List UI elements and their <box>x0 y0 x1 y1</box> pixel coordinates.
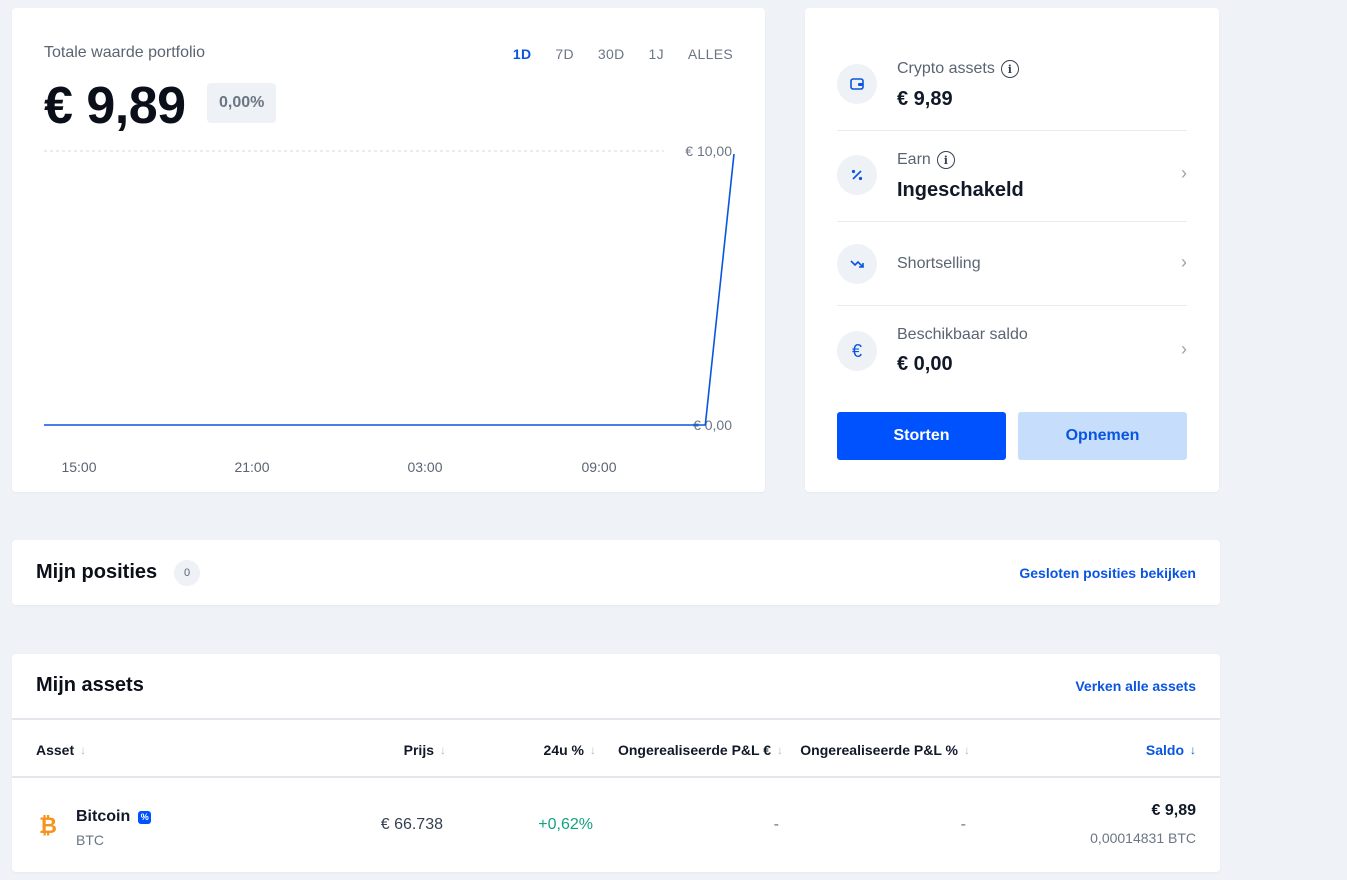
column-header-pnl-pct[interactable]: Ongerealiseerde P&L % ↓ <box>800 742 970 758</box>
withdraw-button[interactable]: Opnemen <box>1018 412 1187 460</box>
svg-text:₿: ₿ <box>39 814 57 837</box>
column-header-label: Saldo <box>1145 742 1184 758</box>
sort-arrow-icon: ↓ <box>80 743 87 757</box>
column-header-label: Asset <box>36 742 75 758</box>
divider <box>837 305 1187 306</box>
shortselling-row[interactable]: Shortselling › <box>837 244 1187 284</box>
x-tick-label: 03:00 <box>407 459 442 475</box>
column-header-label: Prijs <box>403 742 434 758</box>
asset-change-24h: +0,62% <box>538 816 593 833</box>
divider <box>837 221 1187 222</box>
assets-title: Mijn assets <box>36 674 144 696</box>
portfolio-title: Totale waarde portfolio <box>44 44 205 61</box>
assets-card: Mijn assets Verken alle assets Asset ↓ Pr… <box>12 654 1220 872</box>
euro-icon: € <box>837 331 877 371</box>
deposit-button[interactable]: Storten <box>837 412 1006 460</box>
range-tab-1d[interactable]: 1D <box>513 46 532 62</box>
sort-arrow-icon: ↓ <box>777 743 783 757</box>
sort-arrow-icon: ↓ <box>1190 743 1196 757</box>
earn-row[interactable]: Earn i Ingeschakeld › <box>837 151 1187 201</box>
sort-arrow-icon: ↓ <box>590 743 596 757</box>
chevron-right-icon: › <box>1181 163 1187 183</box>
bitcoin-icon: ₿ <box>39 814 57 837</box>
asset-saldo: € 9,89 <box>1151 802 1196 819</box>
crypto-assets-value: € 9,89 <box>897 88 953 110</box>
sort-arrow-icon: ↓ <box>440 743 446 757</box>
crypto-assets-label: Crypto assets <box>897 60 995 77</box>
column-header-asset[interactable]: Asset ↓ <box>36 742 86 758</box>
closed-positions-link[interactable]: Gesloten posities bekijken <box>1019 565 1196 581</box>
wallet-icon <box>837 64 877 104</box>
x-tick-label: 15:00 <box>61 459 96 475</box>
earn-label: Earn <box>897 151 931 168</box>
table-row[interactable]: ₿ Bitcoin % BTC € 66.738 +0,62% - - € 9,… <box>12 778 1220 872</box>
column-header-label: Ongerealiseerde P&L % <box>800 742 958 758</box>
range-tab-7d[interactable]: 7D <box>555 46 574 62</box>
x-tick-label: 09:00 <box>581 459 616 475</box>
asset-saldo-crypto: 0,00014831 BTC <box>1090 830 1196 846</box>
shortselling-label: Shortselling <box>897 255 981 272</box>
earn-status: Ingeschakeld <box>897 179 1024 201</box>
asset-name: Bitcoin <box>76 808 131 825</box>
column-header-pnl-eur[interactable]: Ongerealiseerde P&L € ↓ <box>618 742 783 758</box>
column-header-label: 24u % <box>543 742 584 758</box>
earn-badge-icon: % <box>138 810 152 824</box>
chevron-right-icon: › <box>1181 339 1187 359</box>
x-tick-label: 21:00 <box>234 459 269 475</box>
asset-pnl-eur: - <box>773 816 779 833</box>
x-axis-ticks: 15:00 21:00 03:00 09:00 <box>61 459 616 475</box>
column-header-saldo[interactable]: Saldo ↓ <box>1146 742 1196 758</box>
positions-count-badge: 0 <box>174 560 200 586</box>
asset-symbol: BTC <box>76 832 104 848</box>
info-icon[interactable]: i <box>1000 60 1019 78</box>
series-line <box>44 153 735 426</box>
saldo-label: Beschikbaar saldo <box>897 326 1028 343</box>
y-tick-label-top: € 10,00 <box>685 143 732 159</box>
portfolio-change-badge: 0,00% <box>207 83 277 123</box>
column-header-24h[interactable]: 24u % ↓ <box>544 742 596 758</box>
portfolio-value: € 9,89 <box>44 77 186 135</box>
positions-card: Mijn posities 0 Gesloten posities bekijk… <box>12 540 1220 605</box>
crypto-assets-row: Crypto assets i € 9,89 <box>837 60 1187 110</box>
table-header: Asset ↓ Prijs ↓ 24u % ↓ Ongerealiseerde P&L… <box>12 718 1220 778</box>
saldo-value: € 0,00 <box>897 353 953 375</box>
range-tab-30d[interactable]: 30D <box>598 46 625 62</box>
range-tabs: 1D 7D 30D 1J ALLES <box>513 46 733 62</box>
info-icon[interactable]: i <box>936 151 955 169</box>
divider <box>837 130 1187 131</box>
column-header-label: Ongerealiseerde P&L € <box>617 742 771 758</box>
saldo-row[interactable]: € Beschikbaar saldo € 0,00 › <box>837 326 1187 376</box>
portfolio-chart: € 10,00 € 0,00 15:00 21:00 03:00 09:00 <box>44 143 735 475</box>
range-tab-1j[interactable]: 1J <box>649 46 664 62</box>
asset-price: € 66.738 <box>380 816 443 833</box>
explore-assets-link[interactable]: Verken alle assets <box>1075 678 1196 694</box>
positions-title: Mijn posities <box>36 561 158 583</box>
chevron-right-icon: › <box>1181 252 1187 272</box>
column-header-price[interactable]: Prijs ↓ <box>404 742 446 758</box>
trend-down-icon <box>837 244 877 284</box>
sort-arrow-icon: ↓ <box>964 743 970 757</box>
asset-pnl-pct: - <box>960 816 966 833</box>
summary-card: Crypto assets i € 9,89 Earn i Ingeschake… <box>805 8 1219 492</box>
portfolio-card: Totale waarde portfolio € 9,89 0,00% 1D … <box>12 8 765 492</box>
percent-icon <box>837 155 877 195</box>
range-tab-alles[interactable]: ALLES <box>688 46 733 62</box>
